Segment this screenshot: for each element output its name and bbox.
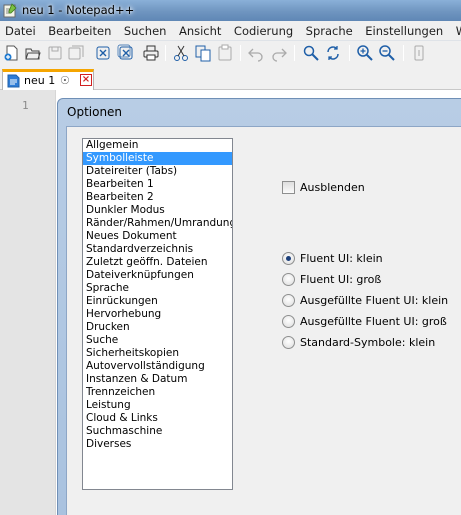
category-item[interactable]: Suche bbox=[83, 334, 232, 347]
tab-neu-1[interactable]: neu 1 ☉ × bbox=[2, 69, 94, 90]
save-all-icon[interactable] bbox=[67, 44, 85, 62]
tab-label: neu 1 bbox=[24, 74, 56, 87]
menu-werkzeuge[interactable]: Werkzeuge bbox=[451, 21, 461, 38]
category-item[interactable]: Dateireiter (Tabs) bbox=[83, 165, 232, 178]
dialog-title: Optionen bbox=[67, 105, 123, 119]
category-item[interactable]: Einrückungen bbox=[83, 295, 232, 308]
toolbar-separator bbox=[349, 45, 350, 61]
category-item[interactable]: Symbolleiste bbox=[83, 152, 232, 165]
toolbar-separator bbox=[240, 45, 241, 61]
redo-icon[interactable] bbox=[270, 44, 288, 62]
checkbox-box[interactable] bbox=[282, 181, 295, 194]
category-item[interactable]: Leistung bbox=[83, 399, 232, 412]
radio-dot[interactable] bbox=[282, 273, 295, 286]
category-item[interactable]: Cloud & Links bbox=[83, 412, 232, 425]
tab-close-icon[interactable]: × bbox=[80, 74, 92, 86]
print-icon[interactable] bbox=[142, 44, 160, 62]
toolbar-separator bbox=[403, 45, 404, 61]
radio-label: Ausgefüllte Fluent UI: klein bbox=[300, 294, 449, 307]
category-list[interactable]: Allgemein Symbolleiste Dateireiter (Tabs) B… bbox=[82, 138, 233, 490]
dialog-client-area: Allgemein Symbolleiste Dateireiter (Tabs) B… bbox=[66, 126, 461, 515]
radio-dot[interactable] bbox=[282, 336, 295, 349]
notepadpp-app-icon bbox=[3, 3, 17, 18]
line-number-gutter: 1 bbox=[0, 90, 56, 515]
menu-bearbeiten[interactable]: Bearbeiten bbox=[43, 21, 115, 38]
document-tab-bar: neu 1 ☉ × bbox=[0, 66, 461, 90]
category-item[interactable]: Drucken bbox=[83, 321, 232, 334]
category-item[interactable]: Ränder/Rahmen/Umrandung bbox=[83, 217, 232, 230]
close-all-icon[interactable] bbox=[117, 44, 135, 62]
toolbar-separator bbox=[294, 45, 295, 61]
checkbox-label: Ausblenden bbox=[300, 181, 365, 194]
replace-icon[interactable] bbox=[324, 44, 342, 62]
menu-suchen[interactable]: Suchen bbox=[119, 21, 171, 38]
find-icon[interactable] bbox=[302, 44, 320, 62]
radio-label: Standard-Symbole: klein bbox=[300, 336, 436, 349]
close-icon[interactable] bbox=[94, 44, 112, 62]
copy-icon[interactable] bbox=[194, 44, 212, 62]
menu-datei[interactable]: Datei bbox=[0, 21, 40, 38]
file-icon bbox=[7, 74, 20, 88]
menu-einstellungen[interactable]: Einstellungen bbox=[360, 21, 447, 38]
toolbar bbox=[0, 41, 461, 66]
category-item[interactable]: Standardverzeichnis bbox=[83, 243, 232, 256]
options-dialog: Optionen Allgemein Symbolleiste Dateireite… bbox=[57, 98, 461, 515]
category-item[interactable]: Zuletzt geöffn. Dateien bbox=[83, 256, 232, 269]
category-item[interactable]: Instanzen & Datum bbox=[83, 373, 232, 386]
menu-bar: Datei Bearbeiten Suchen Ansicht Codierun… bbox=[0, 21, 461, 41]
category-item[interactable]: Dateiverknüpfungen bbox=[83, 269, 232, 282]
category-item[interactable]: Autovervollständigung bbox=[83, 360, 232, 373]
paste-icon[interactable] bbox=[216, 44, 234, 62]
save-icon[interactable] bbox=[46, 44, 64, 62]
menu-ansicht[interactable]: Ansicht bbox=[174, 21, 225, 38]
category-item[interactable]: Dunkler Modus bbox=[83, 204, 232, 217]
radio-label: Fluent UI: groß bbox=[300, 273, 382, 286]
radio-dot[interactable] bbox=[282, 252, 295, 265]
category-item[interactable]: Allgemein bbox=[83, 139, 232, 152]
radio-dot[interactable] bbox=[282, 294, 295, 307]
toolbar-separator bbox=[165, 45, 166, 61]
zoom-in-icon[interactable] bbox=[356, 44, 374, 62]
radio-label: Ausgefüllte Fluent UI: groß bbox=[300, 315, 447, 328]
radio-dot[interactable] bbox=[282, 315, 295, 328]
category-item[interactable]: Bearbeiten 2 bbox=[83, 191, 232, 204]
category-item[interactable]: Sicherheitskopien bbox=[83, 347, 232, 360]
cut-icon[interactable] bbox=[172, 44, 190, 62]
category-item[interactable]: Trennzeichen bbox=[83, 386, 232, 399]
category-item[interactable]: Bearbeiten 1 bbox=[83, 178, 232, 191]
zoom-out-icon[interactable] bbox=[378, 44, 396, 62]
sync-scroll-icon[interactable] bbox=[410, 44, 428, 62]
line-number: 1 bbox=[22, 99, 29, 112]
category-item[interactable]: Sprache bbox=[83, 282, 232, 295]
undo-icon[interactable] bbox=[247, 44, 265, 62]
window-title: neu 1 - Notepad++ bbox=[22, 3, 135, 17]
menu-sprache[interactable]: Sprache bbox=[301, 21, 357, 38]
new-file-icon[interactable] bbox=[3, 44, 21, 62]
category-item[interactable]: Diverses bbox=[83, 438, 232, 451]
category-item[interactable]: Suchmaschine bbox=[83, 425, 232, 438]
open-folder-icon[interactable] bbox=[24, 44, 42, 62]
pin-icon[interactable]: ☉ bbox=[60, 74, 70, 87]
title-bar: neu 1 - Notepad++ bbox=[0, 0, 461, 21]
category-item[interactable]: Hervorhebung bbox=[83, 308, 232, 321]
radio-label: Fluent UI: klein bbox=[300, 252, 383, 265]
menu-codierung[interactable]: Codierung bbox=[229, 21, 297, 38]
category-item[interactable]: Neues Dokument bbox=[83, 230, 232, 243]
